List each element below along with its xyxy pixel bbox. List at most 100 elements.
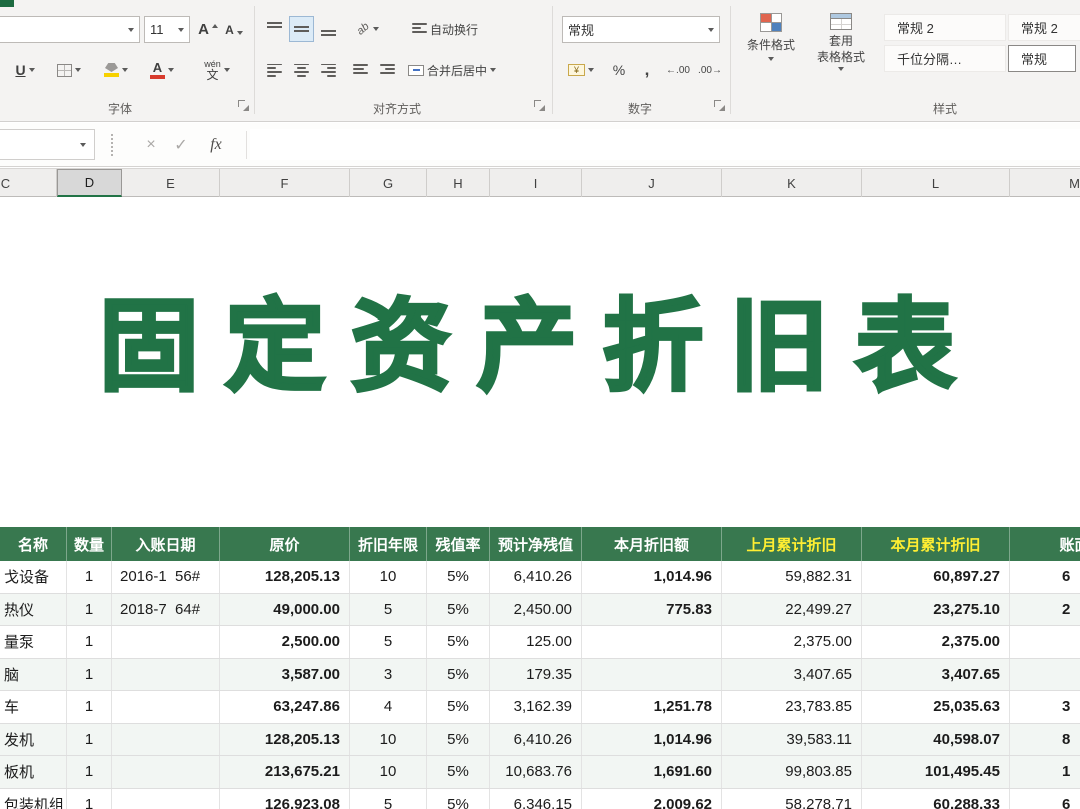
table-cell[interactable]: 5%: [427, 724, 490, 756]
table-cell[interactable]: 40,598.07: [862, 724, 1010, 756]
table-cell[interactable]: [112, 724, 220, 756]
table-cell[interactable]: 车: [0, 691, 67, 723]
column-header[interactable]: M: [1010, 169, 1080, 197]
table-cell[interactable]: 60,288.33: [862, 789, 1010, 809]
sheet-title[interactable]: 固定资产折旧表: [99, 292, 981, 402]
column-header[interactable]: I: [490, 169, 582, 197]
table-cell[interactable]: 1: [67, 756, 112, 788]
table-cell[interactable]: 5%: [427, 594, 490, 626]
table-header-cell[interactable]: 入账日期: [112, 527, 220, 561]
table-cell[interactable]: 1: [67, 789, 112, 809]
table-cell[interactable]: 1: [1010, 756, 1080, 788]
table-cell[interactable]: 128,205.13: [220, 561, 350, 593]
table-cell[interactable]: 1,251.78: [582, 691, 722, 723]
table-cell[interactable]: [1010, 659, 1080, 691]
increase-font-size-button[interactable]: A: [196, 16, 220, 43]
table-cell[interactable]: 6: [1010, 561, 1080, 593]
table-cell[interactable]: 59,882.31: [722, 561, 862, 593]
table-cell[interactable]: 58,278.71: [722, 789, 862, 809]
table-cell[interactable]: 量泵: [0, 626, 67, 658]
comma-style-button[interactable]: ,: [634, 57, 660, 83]
table-cell[interactable]: 3,162.39: [490, 691, 582, 723]
table-cell[interactable]: 1: [67, 626, 112, 658]
table-cell[interactable]: 2018-7 64#: [112, 594, 220, 626]
table-cell[interactable]: 1: [67, 561, 112, 593]
table-cell[interactable]: 2,009.62: [582, 789, 722, 809]
table-cell[interactable]: 2016-1 56#: [112, 561, 220, 593]
font-dialog-launcher[interactable]: [238, 100, 249, 111]
table-cell[interactable]: 6,346.15: [490, 789, 582, 809]
table-cell[interactable]: 23,783.85: [722, 691, 862, 723]
merge-center-button[interactable]: 合并后居中: [408, 57, 540, 83]
number-format-combo[interactable]: 常规: [562, 16, 720, 43]
align-top-button[interactable]: [262, 16, 287, 42]
column-header[interactable]: G: [350, 169, 427, 197]
table-header-cell[interactable]: 原价: [220, 527, 350, 561]
table-cell[interactable]: 179.35: [490, 659, 582, 691]
table-cell[interactable]: 4: [350, 691, 427, 723]
table-cell[interactable]: 25,035.63: [862, 691, 1010, 723]
table-cell[interactable]: 5: [350, 594, 427, 626]
table-header-cell[interactable]: 账面: [1010, 527, 1080, 561]
table-cell[interactable]: [582, 659, 722, 691]
align-middle-button[interactable]: [289, 16, 314, 42]
insert-function-button[interactable]: fx: [200, 131, 232, 159]
table-cell[interactable]: 125.00: [490, 626, 582, 658]
cell-style-item[interactable]: 常规 2: [1008, 14, 1080, 41]
table-cell[interactable]: 23,275.10: [862, 594, 1010, 626]
table-cell[interactable]: 5%: [427, 659, 490, 691]
table-cell[interactable]: 10: [350, 561, 427, 593]
table-cell[interactable]: 1: [67, 594, 112, 626]
table-cell[interactable]: 6: [1010, 789, 1080, 809]
align-right-button[interactable]: [316, 57, 341, 83]
decrease-decimal-button[interactable]: .00→: [694, 57, 726, 83]
name-box[interactable]: [0, 129, 95, 160]
align-left-button[interactable]: [262, 57, 287, 83]
column-header[interactable]: H: [427, 169, 490, 197]
table-cell[interactable]: 3: [1010, 691, 1080, 723]
table-cell[interactable]: 1: [67, 691, 112, 723]
font-size-combo[interactable]: 11: [144, 16, 190, 43]
table-cell[interactable]: 发机: [0, 724, 67, 756]
column-header[interactable]: E: [122, 169, 220, 197]
table-cell[interactable]: 39,583.11: [722, 724, 862, 756]
table-cell[interactable]: 戈设备: [0, 561, 67, 593]
table-cell[interactable]: 1,014.96: [582, 724, 722, 756]
table-cell[interactable]: 3,587.00: [220, 659, 350, 691]
table-cell[interactable]: 1,691.60: [582, 756, 722, 788]
format-as-table-button[interactable]: 套用 表格格式: [810, 13, 872, 91]
table-cell[interactable]: 1: [67, 724, 112, 756]
table-cell[interactable]: 包装机组: [0, 789, 67, 809]
phonetic-guide-button[interactable]: wén 文: [192, 54, 242, 86]
table-cell[interactable]: 2,375.00: [862, 626, 1010, 658]
table-cell[interactable]: 3: [350, 659, 427, 691]
increase-decimal-button[interactable]: ←.00: [662, 57, 694, 83]
table-cell[interactable]: 2: [1010, 594, 1080, 626]
table-cell[interactable]: 5: [350, 626, 427, 658]
table-cell[interactable]: [582, 626, 722, 658]
cancel-button[interactable]: ×: [138, 131, 164, 159]
table-cell[interactable]: 3,407.65: [722, 659, 862, 691]
align-center-button[interactable]: [289, 57, 314, 83]
table-cell[interactable]: 热仪: [0, 594, 67, 626]
font-color-button[interactable]: A: [142, 56, 182, 84]
table-cell[interactable]: 板机: [0, 756, 67, 788]
table-cell[interactable]: 22,499.27: [722, 594, 862, 626]
table-cell[interactable]: 126,923.08: [220, 789, 350, 809]
column-header[interactable]: C: [0, 169, 57, 197]
table-cell[interactable]: [112, 691, 220, 723]
number-dialog-launcher[interactable]: [714, 100, 725, 111]
cell-style-item[interactable]: 千位分隔…: [884, 45, 1006, 72]
table-cell[interactable]: [112, 756, 220, 788]
align-bottom-button[interactable]: [316, 16, 341, 42]
conditional-formatting-button[interactable]: 条件格式: [738, 13, 804, 91]
table-cell[interactable]: 5%: [427, 756, 490, 788]
column-header[interactable]: K: [722, 169, 862, 197]
table-cell[interactable]: 10: [350, 724, 427, 756]
confirm-button[interactable]: ✓: [168, 131, 194, 159]
table-header-cell[interactable]: 本月折旧额: [582, 527, 722, 561]
table-cell[interactable]: 49,000.00: [220, 594, 350, 626]
table-cell[interactable]: 99,803.85: [722, 756, 862, 788]
table-cell[interactable]: 6,410.26: [490, 561, 582, 593]
wrap-text-button[interactable]: 自动换行: [412, 16, 524, 42]
